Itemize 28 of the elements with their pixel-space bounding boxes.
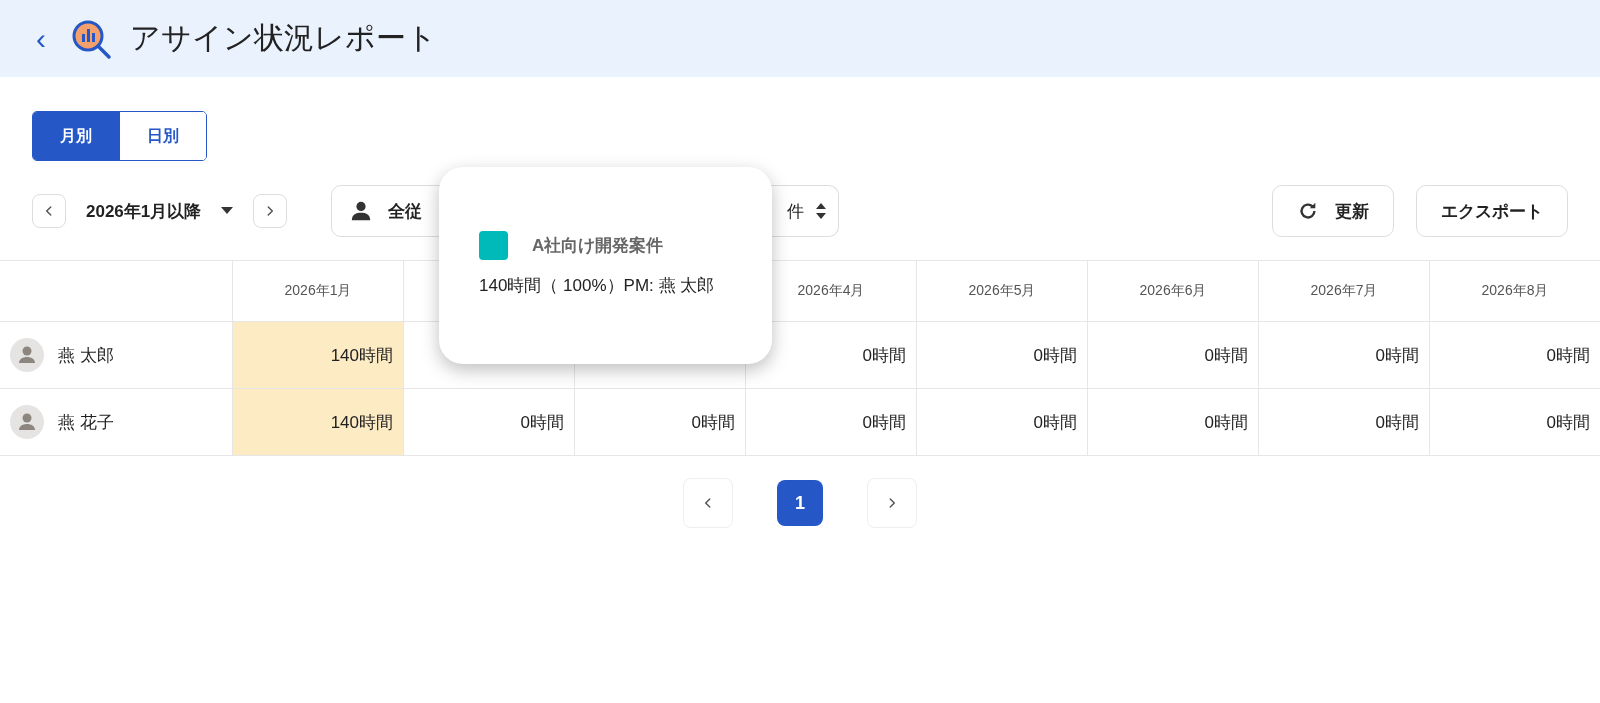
column-header: 2026年5月 (968, 282, 1036, 300)
page-button[interactable]: 1 (777, 480, 823, 526)
column-header: 2026年1月 (284, 282, 352, 300)
employee-name: 燕 花子 (58, 411, 114, 434)
assignment-detail: 140時間（ 100%）PM: 燕 太郎 (479, 275, 716, 297)
hours-cell: 140時間 (232, 322, 403, 388)
previous-period-button[interactable] (32, 194, 66, 228)
next-page-button[interactable] (867, 478, 917, 528)
view-tab[interactable]: 月別 (33, 112, 120, 160)
person-icon (350, 200, 373, 222)
hours-cell: 140時間 (232, 389, 403, 455)
export-button[interactable]: エクスポート (1416, 185, 1568, 237)
employee-name: 燕 太郎 (58, 344, 114, 367)
column-header: 2026年7月 (1310, 282, 1378, 300)
project-name: A社向け開発案件 (532, 235, 664, 257)
period-dropdown[interactable]: 2026年1月以降 (86, 199, 234, 223)
avatar-icon (10, 405, 44, 439)
back-button[interactable]: ‹ (30, 23, 52, 54)
next-period-button[interactable] (253, 194, 288, 228)
sort-caret-icon (816, 203, 827, 219)
page-title: アサイン状況レポート (130, 20, 437, 56)
caret-icon (221, 207, 234, 215)
refresh-button[interactable]: 更新 (1272, 185, 1394, 237)
avatar-icon (10, 338, 44, 372)
previous-page-button[interactable] (683, 478, 733, 528)
column-header: 2026年4月 (797, 282, 865, 300)
column-header: 2026年6月 (1139, 282, 1207, 300)
column-header: 2026年8月 (1481, 282, 1549, 300)
